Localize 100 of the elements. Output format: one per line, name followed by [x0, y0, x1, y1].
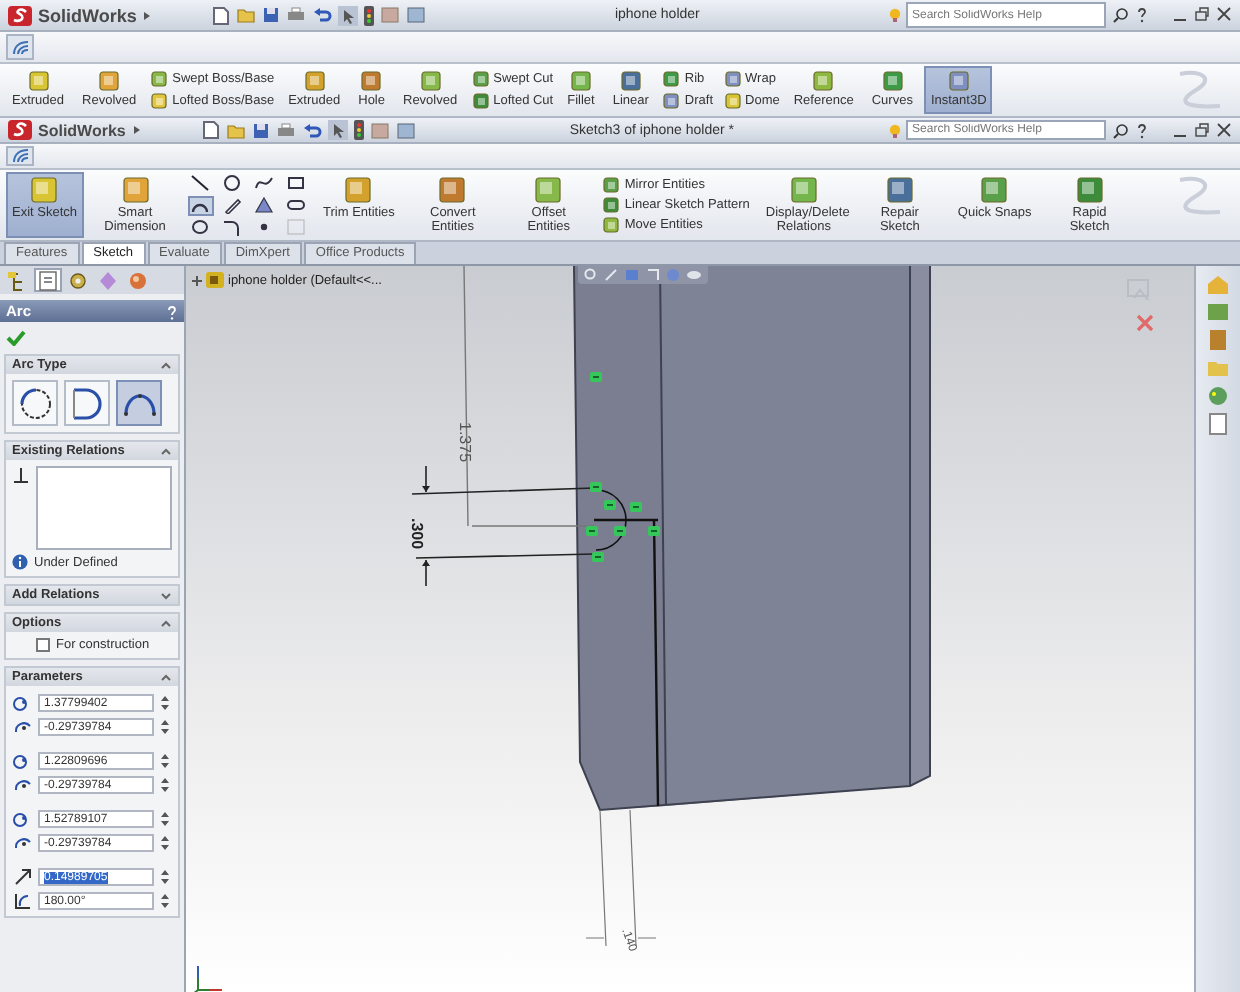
- window-icon[interactable]: [406, 6, 427, 24]
- ok-check-icon[interactable]: [6, 330, 26, 346]
- sketch-tool-button[interactable]: [219, 173, 246, 193]
- menu-arrow-icon[interactable]: [142, 7, 153, 23]
- printer-icon[interactable]: [275, 121, 296, 139]
- close-icon[interactable]: [1216, 121, 1233, 139]
- menu-arrow-icon[interactable]: [131, 122, 142, 138]
- help-icon[interactable]: [1136, 121, 1149, 139]
- dimension-label[interactable]: 1.375: [456, 422, 474, 463]
- panel-tab[interactable]: [34, 268, 62, 292]
- cube-icon: [789, 176, 818, 204]
- cube-icon: [419, 70, 442, 92]
- spinner-icon[interactable]: [160, 891, 170, 909]
- perpendicular-icon: [12, 466, 30, 484]
- cursor-icon[interactable]: [327, 120, 348, 140]
- parameter-icon: [12, 750, 32, 770]
- menu-swirl-icon[interactable]: [6, 34, 34, 60]
- parameter-icon: [12, 774, 32, 794]
- collapse-chevron-icon[interactable]: [160, 445, 172, 457]
- new-document-icon[interactable]: [212, 5, 231, 25]
- relation-icon: [648, 526, 660, 536]
- options-icon[interactable]: [369, 121, 390, 139]
- collapse-chevron-icon[interactable]: [160, 671, 172, 683]
- slot-icon: [286, 196, 307, 214]
- spinner-icon[interactable]: [160, 775, 170, 793]
- search-icon[interactable]: [1112, 6, 1130, 24]
- spline-icon: [254, 174, 275, 192]
- circle-icon: [222, 174, 243, 192]
- cube-icon: [881, 70, 904, 92]
- sheet-icon: [36, 269, 60, 291]
- relation-icon: [586, 526, 598, 536]
- cube-icon: [1075, 176, 1104, 204]
- fillet-icon: [222, 218, 243, 236]
- panel-tab[interactable]: [64, 268, 92, 292]
- arc-type-button[interactable]: [64, 380, 110, 426]
- window-icon[interactable]: [395, 121, 416, 139]
- cube-icon: [30, 176, 59, 204]
- spinner-icon[interactable]: [160, 809, 170, 827]
- parameter-icon: [12, 890, 32, 910]
- relation-icon: [630, 502, 642, 512]
- sketch-tool-button[interactable]: [187, 195, 214, 215]
- parameter-icon: [12, 808, 32, 828]
- parameter-icon: [12, 692, 32, 712]
- sketch-tool-button[interactable]: [187, 217, 214, 237]
- expand-plus-icon[interactable]: [192, 275, 202, 285]
- undo-icon[interactable]: [301, 121, 322, 139]
- menu-swirl-icon[interactable]: [6, 146, 34, 166]
- three-point-arc-icon: [123, 391, 155, 415]
- info-icon: [12, 554, 28, 570]
- sketch-tool-button[interactable]: [283, 195, 310, 215]
- cube-icon: [27, 70, 50, 92]
- logo-icon: [8, 5, 32, 25]
- sketch-tool-button[interactable]: [251, 195, 278, 215]
- arc-type-button[interactable]: [116, 380, 162, 426]
- sketch-tool-button[interactable]: [187, 173, 214, 193]
- traffic-light-icon[interactable]: [364, 5, 375, 25]
- part-icon: [206, 272, 224, 288]
- app-logo: SolidWorks: [38, 121, 126, 139]
- spinner-icon[interactable]: [160, 867, 170, 885]
- collapse-chevron-icon[interactable]: [160, 617, 172, 629]
- book-icon[interactable]: [1206, 328, 1230, 352]
- cube-icon: [98, 70, 121, 92]
- help-icon: [166, 303, 178, 319]
- relation-icon: [604, 500, 616, 510]
- relation-icon: [590, 372, 602, 382]
- parameter-icon: [12, 832, 32, 852]
- center-arc-icon: [19, 387, 51, 419]
- sheet-icon[interactable]: [1206, 412, 1230, 436]
- sketch-tool-button[interactable]: [283, 173, 310, 193]
- spinner-icon[interactable]: [160, 833, 170, 851]
- close-icon[interactable]: [1216, 6, 1232, 24]
- help-icon[interactable]: [1136, 6, 1148, 24]
- collapse-chevron-icon[interactable]: [160, 359, 172, 371]
- sketch-tool-button[interactable]: [219, 195, 246, 215]
- sketch-tool-button[interactable]: [251, 173, 278, 193]
- spinner-icon[interactable]: [160, 751, 170, 769]
- dimension-label[interactable]: .300: [408, 518, 426, 550]
- spinner-icon[interactable]: [160, 693, 170, 711]
- lightbulb-icon: [888, 8, 902, 22]
- palette-icon[interactable]: [1206, 384, 1230, 408]
- rectangle-icon: [286, 174, 307, 192]
- new-document-icon[interactable]: [201, 120, 220, 140]
- sphere-icon: [126, 269, 150, 291]
- cube-icon: [569, 70, 592, 92]
- cube-icon: [885, 176, 914, 204]
- traffic-light-icon[interactable]: [353, 120, 364, 140]
- undo-icon[interactable]: [312, 6, 333, 24]
- search-icon[interactable]: [1112, 121, 1131, 139]
- swirl-icon: [11, 148, 29, 164]
- restore-icon[interactable]: [1194, 6, 1210, 24]
- save-icon[interactable]: [262, 6, 281, 24]
- arc-type-button[interactable]: [12, 380, 58, 426]
- restore-icon[interactable]: [1194, 121, 1211, 139]
- expand-chevron-icon[interactable]: [160, 589, 172, 601]
- spinner-icon[interactable]: [160, 717, 170, 735]
- cursor-icon[interactable]: [338, 5, 359, 25]
- printer-icon[interactable]: [286, 6, 307, 24]
- save-icon[interactable]: [251, 121, 270, 139]
- dimension-line: [585, 809, 657, 947]
- cube-icon: [947, 70, 970, 92]
